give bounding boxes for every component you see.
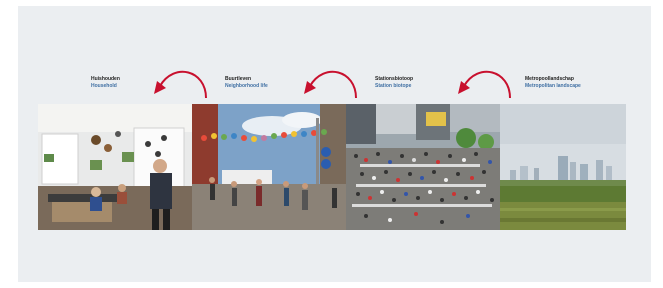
curved-arrow-icon — [458, 70, 511, 99]
label-neighborhood-en: Neighborhood life — [225, 83, 268, 89]
label-metropolitan: Metropoollandschap Metropolitan landscap… — [525, 76, 581, 90]
label-household-en: Household — [91, 83, 117, 89]
label-station-nl: Stationsbiotoop — [375, 76, 414, 82]
label-neighborhood: Buurtleven Neighborhood life — [225, 76, 268, 90]
station-crowd-photo — [346, 104, 500, 230]
label-household: Huishouden Household — [91, 76, 120, 90]
photo-strip — [38, 104, 626, 230]
label-metropolitan-en: Metropolitan landscape — [525, 83, 581, 89]
curved-arrow-icon — [154, 70, 207, 99]
street-festival-photo — [192, 104, 346, 230]
label-station-en: Station biotope — [375, 83, 412, 89]
household-interior-photo — [38, 104, 192, 230]
curved-arrow-icon — [304, 70, 357, 99]
skyline-landscape-photo — [500, 104, 626, 230]
label-neighborhood-nl: Buurtleven — [225, 76, 252, 82]
label-household-nl: Huishouden — [91, 76, 120, 82]
label-metropolitan-nl: Metropoollandschap — [525, 76, 574, 82]
label-station: Stationsbiotoop Station biotope — [375, 76, 413, 90]
